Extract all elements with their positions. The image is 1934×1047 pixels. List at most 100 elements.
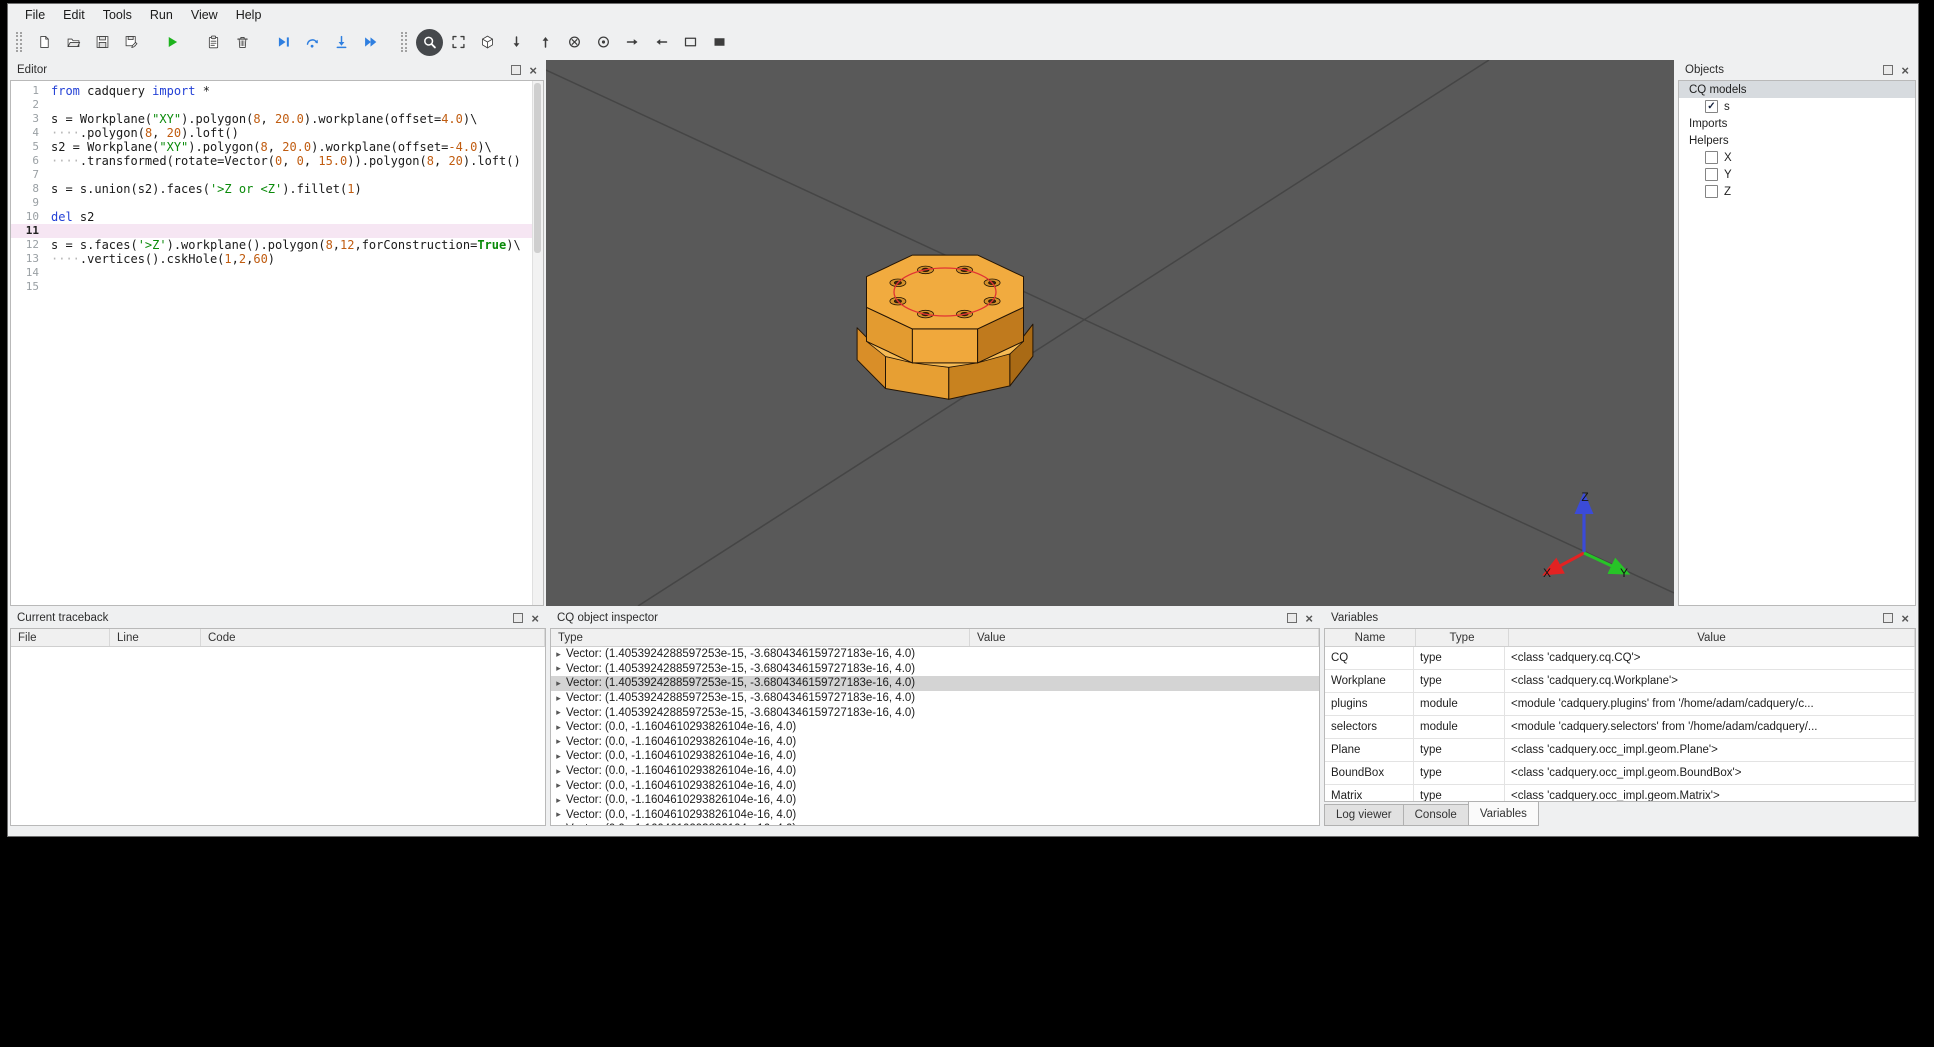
- iso-view-icon[interactable]: [474, 29, 501, 56]
- inspector-row[interactable]: ▸Vector: (0.0, -1.1604610293826104e-16, …: [551, 793, 1319, 808]
- save-as-icon[interactable]: [118, 29, 145, 56]
- menu-help[interactable]: Help: [227, 6, 271, 24]
- inspector-table-header[interactable]: Type Value: [551, 629, 1319, 647]
- view-front-icon[interactable]: [561, 29, 588, 56]
- inspector-row[interactable]: ▸ Vector: (1.4053924288597253e-15, -3.680…: [551, 691, 1319, 706]
- editor-panel-titlebar[interactable]: Editor ×: [10, 60, 544, 80]
- close-panel-icon[interactable]: ×: [1901, 64, 1909, 77]
- menu-tools[interactable]: Tools: [94, 6, 141, 24]
- view-back-icon[interactable]: [590, 29, 617, 56]
- inspector-row[interactable]: ▸Vector: (0.0, -1.1604610293826104e-16, …: [551, 735, 1319, 750]
- close-panel-icon[interactable]: ×: [1305, 612, 1313, 625]
- inspector-column-value[interactable]: Value: [970, 629, 1319, 646]
- variables-panel-titlebar[interactable]: Variables ×: [1324, 608, 1916, 628]
- inspector-column-type[interactable]: Type: [551, 629, 970, 646]
- float-panel-icon[interactable]: [1883, 65, 1894, 75]
- traceback-column-line[interactable]: Line: [110, 629, 201, 646]
- expand-arrow-icon[interactable]: ▸: [551, 722, 566, 733]
- inspector-row[interactable]: ▸Vector: (0.0, -1.1604610293826104e-16, …: [551, 822, 1319, 825]
- inspector-row[interactable]: ▸ Vector: (1.4053924288597253e-15, -3.680…: [551, 705, 1319, 720]
- tree-item-cq-models[interactable]: CQ models: [1679, 81, 1915, 98]
- checked-checkbox[interactable]: ✓: [1705, 100, 1718, 113]
- new-document-icon[interactable]: [31, 29, 58, 56]
- expand-arrow-icon[interactable]: ▸: [551, 751, 566, 762]
- render-icon[interactable]: [159, 29, 186, 56]
- variables-column-value[interactable]: Value: [1509, 629, 1915, 646]
- tree-item-s[interactable]: ✓ s: [1679, 98, 1915, 115]
- menu-view[interactable]: View: [182, 6, 227, 24]
- float-panel-icon[interactable]: [1883, 613, 1894, 623]
- expand-arrow-icon[interactable]: ▸: [551, 663, 566, 674]
- inspector-row[interactable]: ▸Vector: (0.0, -1.1604610293826104e-16, …: [551, 720, 1319, 735]
- clipboard-icon[interactable]: [200, 29, 227, 56]
- traceback-table-header[interactable]: File Line Code: [11, 629, 545, 647]
- unchecked-checkbox[interactable]: [1705, 185, 1718, 198]
- shaded-icon[interactable]: [706, 29, 733, 56]
- editor-scrollbar[interactable]: [532, 81, 543, 605]
- open-file-icon[interactable]: [60, 29, 87, 56]
- menu-run[interactable]: Run: [141, 6, 182, 24]
- tree-item-x[interactable]: X: [1679, 149, 1915, 166]
- traceback-column-file[interactable]: File: [11, 629, 110, 646]
- float-panel-icon[interactable]: [511, 65, 522, 75]
- tree-item-y[interactable]: Y: [1679, 166, 1915, 183]
- view-bottom-icon[interactable]: [503, 29, 530, 56]
- tree-item-imports[interactable]: Imports: [1679, 115, 1915, 132]
- expand-arrow-icon[interactable]: ▸: [551, 766, 566, 777]
- wireframe-icon[interactable]: [677, 29, 704, 56]
- traceback-column-code[interactable]: Code: [201, 629, 545, 646]
- close-panel-icon[interactable]: ×: [531, 612, 539, 625]
- view-right-icon[interactable]: [619, 29, 646, 56]
- code-editor[interactable]: 1 from cadquery import * 2 3 s = Workplane("…: [11, 81, 533, 605]
- step-over-icon[interactable]: [299, 29, 326, 56]
- tab-log-viewer[interactable]: Log viewer: [1324, 804, 1404, 826]
- zoom-icon[interactable]: [416, 28, 443, 56]
- expand-arrow-icon[interactable]: ▸: [551, 678, 566, 689]
- tree-item-z[interactable]: Z: [1679, 183, 1915, 200]
- variable-row[interactable]: CQ type <class 'cadquery.cq.CQ'>: [1325, 647, 1915, 670]
- expand-arrow-icon[interactable]: ▸: [551, 649, 566, 660]
- inspector-row[interactable]: ▸ Vector: (1.4053924288597253e-15, -3.680…: [551, 676, 1319, 691]
- variable-row[interactable]: Matrix type <class 'cadquery.occ_impl.geom…: [1325, 785, 1915, 801]
- variables-column-type[interactable]: Type: [1416, 629, 1509, 646]
- save-icon[interactable]: [89, 29, 116, 56]
- variable-row[interactable]: BoundBox type <class 'cadquery.occ_impl.ge…: [1325, 762, 1915, 785]
- editor-scrollbar-thumb[interactable]: [534, 83, 541, 253]
- fit-view-icon[interactable]: [445, 29, 472, 56]
- debug-run-icon[interactable]: [270, 29, 297, 56]
- expand-arrow-icon[interactable]: ▸: [551, 795, 566, 806]
- unchecked-checkbox[interactable]: [1705, 168, 1718, 181]
- step-into-icon[interactable]: [328, 29, 355, 56]
- inspector-row[interactable]: ▸ Vector: (1.4053924288597253e-15, -3.680…: [551, 647, 1319, 662]
- float-panel-icon[interactable]: [513, 613, 524, 623]
- inspector-row[interactable]: ▸ Vector: (1.4053924288597253e-15, -3.680…: [551, 662, 1319, 677]
- inspector-row[interactable]: ▸Vector: (0.0, -1.1604610293826104e-16, …: [551, 749, 1319, 764]
- viewport-3d-canvas[interactable]: Z X Y: [546, 60, 1674, 606]
- menu-file[interactable]: File: [16, 6, 54, 24]
- continue-icon[interactable]: [357, 29, 384, 56]
- variables-table-header[interactable]: Name Type Value: [1325, 629, 1915, 647]
- tab-console[interactable]: Console: [1402, 804, 1469, 826]
- toolbar-handle[interactable]: [16, 32, 22, 52]
- inspector-row[interactable]: ▸Vector: (0.0, -1.1604610293826104e-16, …: [551, 778, 1319, 793]
- toolbar-handle[interactable]: [401, 32, 407, 52]
- expand-arrow-icon[interactable]: ▸: [551, 693, 566, 704]
- inspector-row[interactable]: ▸Vector: (0.0, -1.1604610293826104e-16, …: [551, 808, 1319, 823]
- variables-column-name[interactable]: Name: [1325, 629, 1416, 646]
- view-left-icon[interactable]: [648, 29, 675, 56]
- expand-arrow-icon[interactable]: ▸: [551, 809, 566, 820]
- inspector-row[interactable]: ▸Vector: (0.0, -1.1604610293826104e-16, …: [551, 764, 1319, 779]
- close-panel-icon[interactable]: ×: [529, 64, 537, 77]
- menu-edit[interactable]: Edit: [54, 6, 94, 24]
- expand-arrow-icon[interactable]: ▸: [551, 707, 566, 718]
- expand-arrow-icon[interactable]: ▸: [551, 780, 566, 791]
- view-top-icon[interactable]: [532, 29, 559, 56]
- variable-row[interactable]: plugins module <module 'cadquery.plugins' …: [1325, 693, 1915, 716]
- traceback-panel-titlebar[interactable]: Current traceback ×: [10, 608, 546, 628]
- variable-row[interactable]: Workplane type <class 'cadquery.cq.Workpla…: [1325, 670, 1915, 693]
- objects-panel-titlebar[interactable]: Objects ×: [1678, 60, 1916, 80]
- tree-item-helpers[interactable]: Helpers: [1679, 132, 1915, 149]
- unchecked-checkbox[interactable]: [1705, 151, 1718, 164]
- delete-icon[interactable]: [229, 29, 256, 56]
- variable-row[interactable]: Plane type <class 'cadquery.occ_impl.geom.…: [1325, 739, 1915, 762]
